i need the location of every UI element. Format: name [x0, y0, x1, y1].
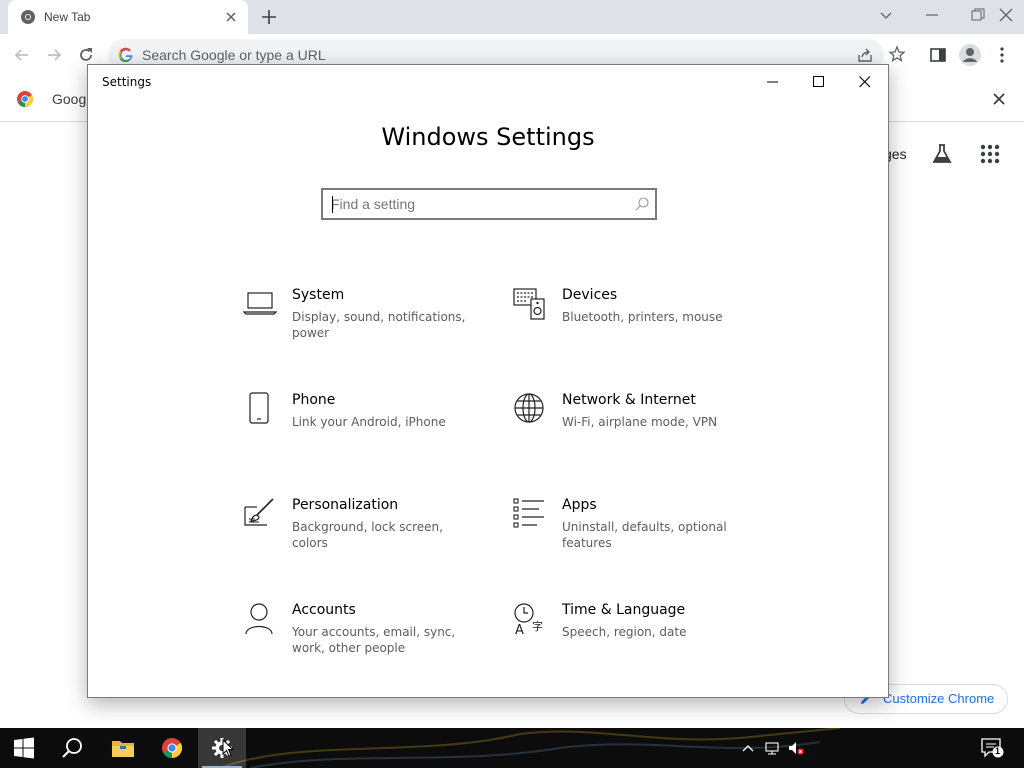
settings-minimize-button[interactable] [750, 65, 796, 99]
chrome-restore-icon[interactable] [968, 5, 988, 25]
notification-count-badge: 1 [995, 746, 1001, 756]
category-name: Apps [562, 497, 597, 513]
windows-logo-icon [14, 737, 34, 759]
infobar-close-icon[interactable] [990, 90, 1008, 108]
devices-icon [513, 288, 545, 320]
google-apps-grid-icon[interactable] [980, 144, 1000, 164]
settings-titlebar[interactable]: Settings [88, 65, 888, 99]
network-icon[interactable] [764, 740, 780, 756]
category-name: Time & Language [562, 602, 686, 618]
chrome-minimize-icon[interactable] [922, 5, 942, 25]
new-tab-plus-icon[interactable] [258, 6, 280, 28]
minimize-icon [767, 81, 778, 83]
category-name: Devices [562, 287, 618, 303]
google-g-icon [118, 47, 133, 63]
category-description: Speech, region, date [562, 625, 687, 639]
chrome-tabstrip: New Tab [0, 0, 1024, 34]
globe-icon [514, 393, 544, 423]
chrome-logo-icon [17, 91, 33, 107]
windows-taskbar: 1 [0, 728, 1024, 768]
chrome-tab-icon [21, 10, 35, 24]
tab-close-icon[interactable] [222, 8, 240, 26]
chrome-close-icon[interactable] [996, 5, 1016, 25]
category-description: Uninstall, defaults, optional features [562, 520, 727, 550]
settings-window: Settings Windows Settings System Display… [87, 64, 889, 698]
category-name: Accounts [292, 602, 356, 618]
paintbrush-icon [244, 498, 274, 526]
notification-icon [981, 738, 1004, 758]
svg-text:A: A [515, 623, 524, 636]
back-arrow-icon[interactable] [12, 45, 32, 65]
category-description: Wi-Fi, airplane mode, VPN [562, 415, 718, 429]
forward-arrow-icon[interactable] [44, 45, 64, 65]
share-icon[interactable] [856, 46, 874, 64]
chrome-menu-icon[interactable] [992, 45, 1012, 65]
phone-icon [249, 392, 269, 424]
omnibox-placeholder: Search Google or type a URL [142, 47, 326, 63]
apps-list-icon [513, 498, 544, 528]
category-phone[interactable]: Phone Link your Android, iPhone [243, 392, 493, 462]
find-setting-input[interactable] [331, 195, 621, 213]
taskbar-file-explorer[interactable] [98, 728, 146, 768]
category-description: Bluetooth, printers, mouse [562, 310, 723, 324]
bookmark-star-icon[interactable] [888, 45, 906, 63]
category-name: Network & Internet [562, 392, 696, 408]
customize-chrome-label: Customize Chrome [883, 691, 995, 706]
search-icon [62, 738, 82, 758]
settings-maximize-button[interactable] [796, 65, 842, 99]
tab-title: New Tab [44, 10, 91, 24]
category-devices[interactable]: Devices Bluetooth, printers, mouse [513, 287, 763, 357]
category-time-language[interactable]: A 字 Time & Language Speech, region, date [513, 602, 763, 672]
category-accounts[interactable]: Accounts Your accounts, email, sync, wor… [243, 602, 493, 672]
category-system[interactable]: System Display, sound, notifications, po… [243, 287, 493, 357]
category-description: Display, sound, notifications, power [292, 310, 466, 340]
text-caret [332, 196, 333, 213]
category-name: Personalization [292, 497, 399, 513]
maximize-icon [813, 76, 824, 87]
category-name: Phone [292, 392, 336, 408]
infobar-text: Googl [52, 91, 90, 107]
person-icon [245, 603, 273, 635]
labs-flask-icon[interactable] [930, 142, 954, 166]
time-language-icon: A 字 [514, 603, 543, 636]
action-center-button[interactable]: 1 [980, 736, 1006, 760]
settings-window-title: Settings [102, 75, 152, 89]
tab-search-chevron-icon[interactable] [876, 5, 896, 25]
category-apps[interactable]: Apps Uninstall, defaults, optional featu… [513, 497, 763, 567]
folder-icon [112, 741, 134, 757]
category-personalization[interactable]: Personalization Background, lock screen,… [243, 497, 493, 567]
side-panel-icon[interactable] [928, 45, 948, 65]
settings-heading: Windows Settings [381, 123, 595, 151]
close-icon [859, 76, 871, 88]
profile-avatar-icon[interactable] [958, 43, 982, 67]
category-description: Your accounts, email, sync, work, other … [292, 625, 456, 655]
settings-close-button[interactable] [842, 65, 888, 99]
tab-new-tab[interactable]: New Tab [8, 0, 248, 34]
svg-text:字: 字 [532, 619, 543, 633]
category-description: Link your Android, iPhone [292, 415, 446, 429]
taskbar-search-button[interactable] [48, 728, 96, 768]
taskbar-chrome[interactable] [148, 728, 196, 768]
category-name: System [292, 287, 345, 303]
show-hidden-icons-chevron-icon[interactable] [740, 740, 756, 756]
chrome-window-controls [824, 0, 1024, 30]
reload-icon[interactable] [76, 45, 96, 65]
category-network-internet[interactable]: Network & Internet Wi-Fi, airplane mode,… [513, 392, 763, 462]
start-button[interactable] [0, 728, 48, 768]
volume-muted-icon[interactable] [788, 740, 804, 756]
find-setting-searchbox[interactable] [321, 188, 657, 220]
category-description: Background, lock screen, colors [292, 520, 443, 550]
laptop-icon [243, 292, 277, 315]
search-icon[interactable] [634, 196, 650, 212]
chrome-logo-icon [162, 738, 183, 759]
mouse-cursor-icon [222, 739, 234, 757]
taskbar-clock[interactable] [820, 732, 960, 764]
